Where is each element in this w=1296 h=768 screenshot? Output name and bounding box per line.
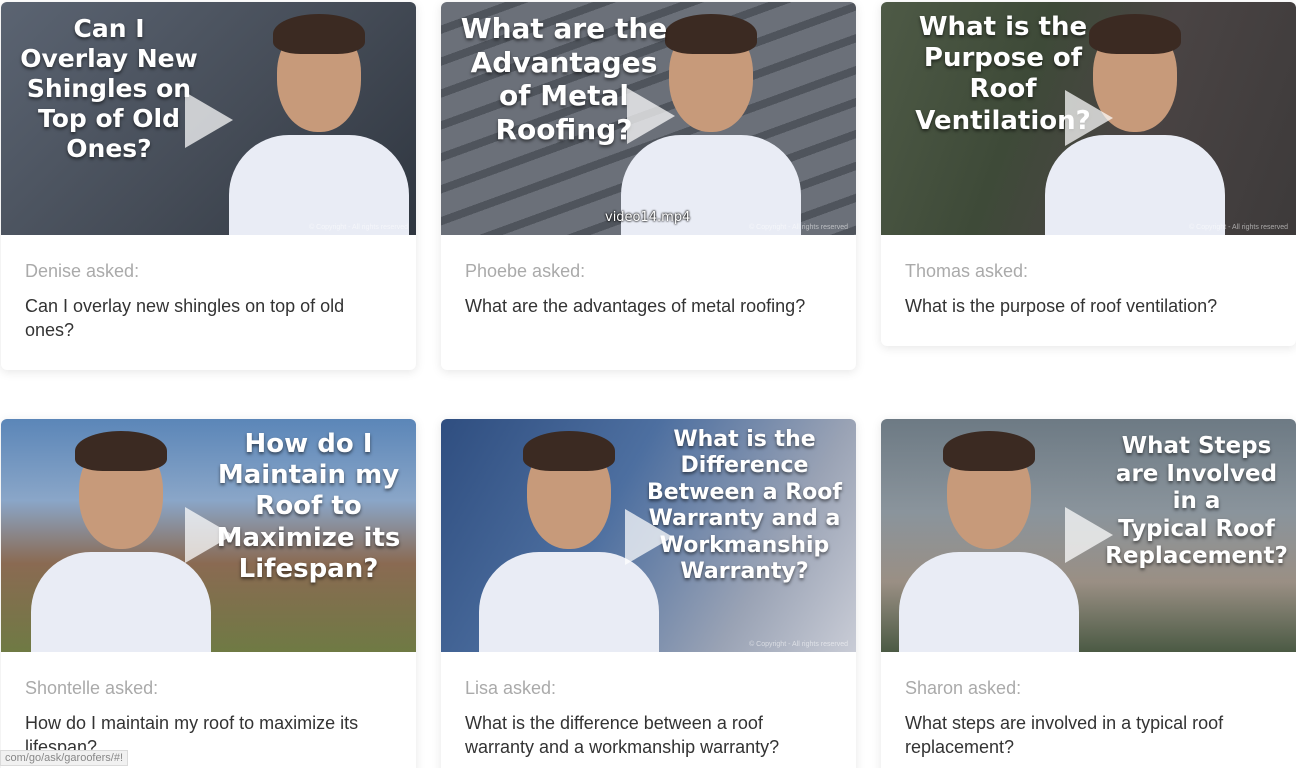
- video-card[interactable]: What is the Purpose of Roof Ventilation?…: [881, 2, 1296, 346]
- presenter-image: [31, 427, 211, 652]
- copyright-watermark: © Copyright - All rights reserved: [309, 224, 408, 231]
- video-card[interactable]: Can I Overlay New Shingles on Top of Old…: [1, 2, 416, 370]
- thumbnail-title: Can I Overlay New Shingles on Top of Old…: [20, 14, 198, 163]
- video-filename: video14.mp4: [605, 210, 691, 225]
- question-text[interactable]: What are the advantages of metal roofing…: [465, 294, 832, 318]
- play-icon[interactable]: [1065, 90, 1113, 146]
- asker-name: Lisa asked:: [465, 678, 557, 698]
- question-text[interactable]: What steps are involved in a typical roo…: [905, 711, 1272, 759]
- question-text[interactable]: What is the difference between a roof wa…: [465, 711, 832, 759]
- video-thumbnail[interactable]: Can I Overlay New Shingles on Top of Old…: [1, 2, 416, 235]
- video-card[interactable]: What is the Difference Between a Roof Wa…: [441, 419, 856, 768]
- copyright-watermark: © Copyright - All rights reserved: [1189, 224, 1288, 231]
- copyright-watermark: © Copyright - All rights reserved: [749, 641, 848, 648]
- video-card[interactable]: What are the Advantages of Metal Roofing…: [441, 2, 856, 370]
- question-text[interactable]: Can I overlay new shingles on top of old…: [25, 294, 392, 342]
- play-icon[interactable]: [627, 88, 675, 144]
- video-thumbnail[interactable]: How do I Maintain my Roof to Maximize it…: [1, 419, 416, 652]
- video-card[interactable]: What Steps are Involved in a Typical Roo…: [881, 419, 1296, 768]
- asker-name: Denise asked:: [25, 261, 140, 281]
- question-text[interactable]: What is the purpose of roof ventilation?: [905, 294, 1272, 318]
- asker-name: Sharon asked:: [905, 678, 1022, 698]
- play-icon[interactable]: [185, 507, 233, 563]
- thumbnail-title: How do I Maintain my Roof to Maximize it…: [216, 429, 401, 584]
- thumbnail-title: What Steps are Involved in a Typical Roo…: [1105, 433, 1288, 570]
- presenter-image: [229, 10, 409, 235]
- presenter-image: [899, 427, 1079, 652]
- video-thumbnail[interactable]: What are the Advantages of Metal Roofing…: [441, 2, 856, 235]
- asker-name: Shontelle asked:: [25, 678, 159, 698]
- play-icon[interactable]: [1065, 507, 1113, 563]
- play-icon[interactable]: [185, 92, 233, 148]
- copyright-watermark: © Copyright - All rights reserved: [749, 224, 848, 231]
- video-thumbnail[interactable]: What Steps are Involved in a Typical Roo…: [881, 419, 1296, 652]
- video-faq-grid: Can I Overlay New Shingles on Top of Old…: [0, 0, 1296, 768]
- video-thumbnail[interactable]: What is the Difference Between a Roof Wa…: [441, 419, 856, 652]
- asker-name: Phoebe asked:: [465, 261, 586, 281]
- play-icon[interactable]: [625, 509, 673, 565]
- asker-name: Thomas asked:: [905, 261, 1029, 281]
- status-bar-url: com/go/ask/garoofers/#!: [0, 750, 129, 766]
- video-card[interactable]: How do I Maintain my Roof to Maximize it…: [1, 419, 416, 768]
- video-thumbnail[interactable]: What is the Purpose of Roof Ventilation?…: [881, 2, 1296, 235]
